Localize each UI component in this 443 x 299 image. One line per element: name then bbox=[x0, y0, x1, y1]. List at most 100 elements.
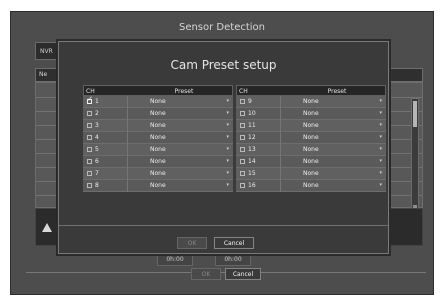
preset-select[interactable]: None ▾ bbox=[128, 156, 232, 168]
preset-row: 1 None ▾ bbox=[83, 95, 233, 108]
header-ch: CH bbox=[86, 88, 95, 95]
checkbox-icon[interactable] bbox=[240, 183, 245, 188]
preset-select[interactable]: None ▾ bbox=[128, 180, 232, 192]
channel-cell: 9 bbox=[236, 96, 281, 108]
chevron-down-icon: ▾ bbox=[226, 146, 229, 152]
preset-select[interactable]: None ▾ bbox=[281, 168, 385, 180]
preset-select[interactable]: None ▾ bbox=[128, 96, 232, 108]
channel-cell: 11 bbox=[236, 120, 281, 132]
channel-number: 4 bbox=[95, 134, 99, 141]
preset-select[interactable]: None ▾ bbox=[281, 156, 385, 168]
checkbox-icon[interactable] bbox=[240, 111, 245, 116]
preset-select[interactable]: None ▾ bbox=[281, 144, 385, 156]
checkbox-icon[interactable] bbox=[87, 171, 92, 176]
chevron-down-icon: ▾ bbox=[226, 134, 229, 140]
channel-number: 7 bbox=[95, 170, 99, 177]
channel-number: 6 bbox=[95, 158, 99, 165]
background-header-label: Ne bbox=[39, 71, 48, 78]
channel-cell: 7 bbox=[83, 168, 128, 180]
background-ok-button[interactable]: OK bbox=[191, 268, 221, 280]
checkbox-icon[interactable] bbox=[87, 135, 92, 140]
channel-cell: 12 bbox=[236, 132, 281, 144]
checkbox-icon[interactable] bbox=[87, 123, 92, 128]
time-field-a[interactable]: 0h:00 bbox=[157, 252, 193, 266]
channel-cell: 5 bbox=[83, 144, 128, 156]
ok-button[interactable]: OK bbox=[177, 237, 207, 249]
chevron-down-icon: ▾ bbox=[226, 110, 229, 116]
chevron-down-icon: ▾ bbox=[226, 182, 229, 188]
chevron-down-icon: ▾ bbox=[379, 158, 382, 164]
preset-select[interactable]: None ▾ bbox=[281, 108, 385, 120]
preset-row: 6 None ▾ bbox=[83, 156, 233, 168]
warning-icon bbox=[42, 223, 52, 232]
preset-select[interactable]: None ▾ bbox=[281, 120, 385, 132]
preset-select[interactable]: None ▾ bbox=[128, 120, 232, 132]
chevron-down-icon: ▾ bbox=[226, 158, 229, 164]
checkbox-icon[interactable] bbox=[240, 135, 245, 140]
header-ch: CH bbox=[239, 88, 248, 95]
preset-value: None bbox=[150, 182, 166, 189]
checkbox-icon[interactable] bbox=[240, 123, 245, 128]
preset-row: 11 None ▾ bbox=[236, 120, 386, 132]
time-field-b[interactable]: 0h:00 bbox=[215, 252, 251, 266]
chevron-down-icon: ▾ bbox=[226, 122, 229, 128]
preset-value: None bbox=[303, 170, 319, 177]
chevron-down-icon: ▾ bbox=[379, 182, 382, 188]
cancel-button[interactable]: Cancel bbox=[214, 237, 254, 249]
preset-grid-left: CH Preset 1 None ▾ 2 None ▾ 3 None ▾ 4 None ▾ 5 None ▾… bbox=[83, 85, 233, 192]
preset-row: 5 None ▾ bbox=[83, 144, 233, 156]
preset-select[interactable]: None ▾ bbox=[128, 108, 232, 120]
header-preset: Preset bbox=[327, 88, 347, 95]
modal-title: Cam Preset setup bbox=[170, 58, 277, 72]
channel-number: 13 bbox=[248, 146, 256, 153]
preset-value: None bbox=[150, 170, 166, 177]
channel-number: 16 bbox=[248, 182, 256, 189]
channel-number: 2 bbox=[95, 110, 99, 117]
preset-row: 14 None ▾ bbox=[236, 156, 386, 168]
channel-number: 11 bbox=[248, 122, 256, 129]
preset-select[interactable]: None ▾ bbox=[281, 96, 385, 108]
background-buttons: OK Cancel bbox=[191, 268, 291, 284]
channel-cell: 2 bbox=[83, 108, 128, 120]
channel-cell: 1 bbox=[83, 95, 128, 108]
checkbox-icon[interactable] bbox=[240, 147, 245, 152]
preset-row: 3 None ▾ bbox=[83, 120, 233, 132]
preset-row: 4 None ▾ bbox=[83, 132, 233, 144]
preset-value: None bbox=[303, 98, 319, 105]
preset-value: None bbox=[150, 122, 166, 129]
checkbox-icon[interactable] bbox=[240, 99, 245, 104]
preset-select[interactable]: None ▾ bbox=[281, 132, 385, 144]
checkbox-icon[interactable] bbox=[87, 183, 92, 188]
checkbox-icon[interactable] bbox=[240, 171, 245, 176]
channel-number: 8 bbox=[95, 182, 99, 189]
preset-value: None bbox=[150, 134, 166, 141]
preset-value: None bbox=[150, 110, 166, 117]
checkbox-icon[interactable] bbox=[87, 159, 92, 164]
background-cancel-button[interactable]: Cancel bbox=[225, 268, 261, 280]
preset-select[interactable]: None ▾ bbox=[128, 132, 232, 144]
preset-row: 10 None ▾ bbox=[236, 108, 386, 120]
channel-number: 1 bbox=[95, 98, 99, 105]
preset-value: None bbox=[303, 122, 319, 129]
chevron-down-icon: ▾ bbox=[379, 134, 382, 140]
channel-cell: 10 bbox=[236, 108, 281, 120]
preset-value: None bbox=[303, 158, 319, 165]
grid-header: CH Preset bbox=[236, 85, 386, 96]
preset-select[interactable]: None ▾ bbox=[281, 180, 385, 192]
grid-header: CH Preset bbox=[83, 85, 233, 96]
checkbox-icon[interactable] bbox=[240, 159, 245, 164]
preset-value: None bbox=[150, 158, 166, 165]
checkbox-icon[interactable] bbox=[87, 111, 92, 116]
checkbox-icon[interactable] bbox=[87, 95, 93, 104]
background-scrollbar[interactable] bbox=[411, 98, 419, 216]
preset-row: 2 None ▾ bbox=[83, 108, 233, 120]
checkbox-icon[interactable] bbox=[87, 147, 92, 152]
scrollbar-thumb[interactable] bbox=[413, 101, 417, 127]
preset-value: None bbox=[303, 134, 319, 141]
preset-select[interactable]: None ▾ bbox=[128, 168, 232, 180]
preset-select[interactable]: None ▾ bbox=[128, 144, 232, 156]
chevron-down-icon: ▾ bbox=[379, 98, 382, 104]
channel-number: 12 bbox=[248, 134, 256, 141]
background-title: Sensor Detection bbox=[178, 22, 266, 33]
preset-row: 12 None ▾ bbox=[236, 132, 386, 144]
